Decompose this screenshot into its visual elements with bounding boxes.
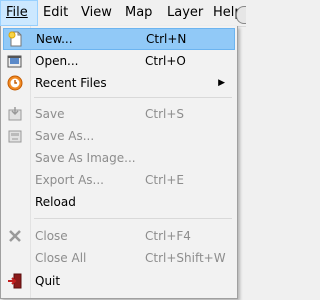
menu-view-label: View [81,5,112,20]
menu-item-recent-files-label: Recent Files [35,76,107,90]
menu-edit[interactable]: Edit [38,0,73,26]
menu-item-save[interactable]: Save Ctrl+S [3,103,235,125]
save-as-icon [8,130,22,143]
menu-item-quit-label: Quit [35,274,61,288]
menu-item-save-as-label: Save As... [35,129,95,143]
file-menu-dropdown: New... Ctrl+N Open... Ctrl+O Recent File… [0,26,238,299]
menu-item-reload-label: Reload [35,195,76,209]
menu-item-open-shortcut: Ctrl+O [145,54,186,68]
menu-layer-label: Layer [167,5,204,20]
menu-item-save-as[interactable]: Save As... [3,125,235,147]
menu-item-export-as-label: Export As... [35,173,104,187]
menu-item-close[interactable]: Close Ctrl+F4 [3,225,235,247]
menu-item-new-label: New... [36,32,73,46]
menu-item-close-all[interactable]: Close All Ctrl+Shift+W [3,247,235,269]
menu-separator [34,97,232,98]
menu-item-open-label: Open... [35,54,79,68]
menu-item-export-as[interactable]: Export As... Ctrl+E [3,169,235,191]
menu-item-new[interactable]: New... Ctrl+N [3,28,235,50]
menu-layer[interactable]: Layer [162,0,208,26]
menu-item-save-as-image-label: Save As Image... [35,151,136,165]
menu-item-close-shortcut: Ctrl+F4 [145,229,191,243]
quit-icon [8,273,22,289]
menu-item-save-shortcut: Ctrl+S [145,107,185,121]
menu-item-save-as-image[interactable]: Save As Image... [3,147,235,169]
menu-item-close-all-shortcut: Ctrl+Shift+W [145,251,226,265]
submenu-arrow-icon: ▶ [218,78,225,88]
menu-file-label: File [6,5,28,20]
menu-bar: File Edit View Map Layer Help [0,0,246,27]
menu-item-reload[interactable]: Reload [3,191,235,213]
menu-item-open[interactable]: Open... Ctrl+O [3,50,235,72]
toolbar-edge-icon [236,6,246,24]
save-icon [8,107,22,121]
recent-files-icon [7,75,23,91]
menu-item-close-label: Close [35,229,68,243]
menu-view[interactable]: View [76,0,117,26]
menu-item-quit[interactable]: Quit [3,270,235,292]
menu-map[interactable]: Map [120,0,157,26]
menu-item-new-shortcut: Ctrl+N [146,32,187,46]
menu-file[interactable]: File [0,0,38,26]
menu-separator [34,218,232,219]
menu-item-close-all-label: Close All [35,251,87,265]
menu-map-label: Map [125,5,153,20]
new-file-icon [8,31,22,47]
menu-item-export-as-shortcut: Ctrl+E [145,173,184,187]
menu-item-save-label: Save [35,107,65,121]
open-file-icon [7,55,22,68]
menu-item-recent-files[interactable]: Recent Files ▶ [3,72,235,94]
close-icon [9,230,21,242]
menu-edit-label: Edit [43,5,69,20]
